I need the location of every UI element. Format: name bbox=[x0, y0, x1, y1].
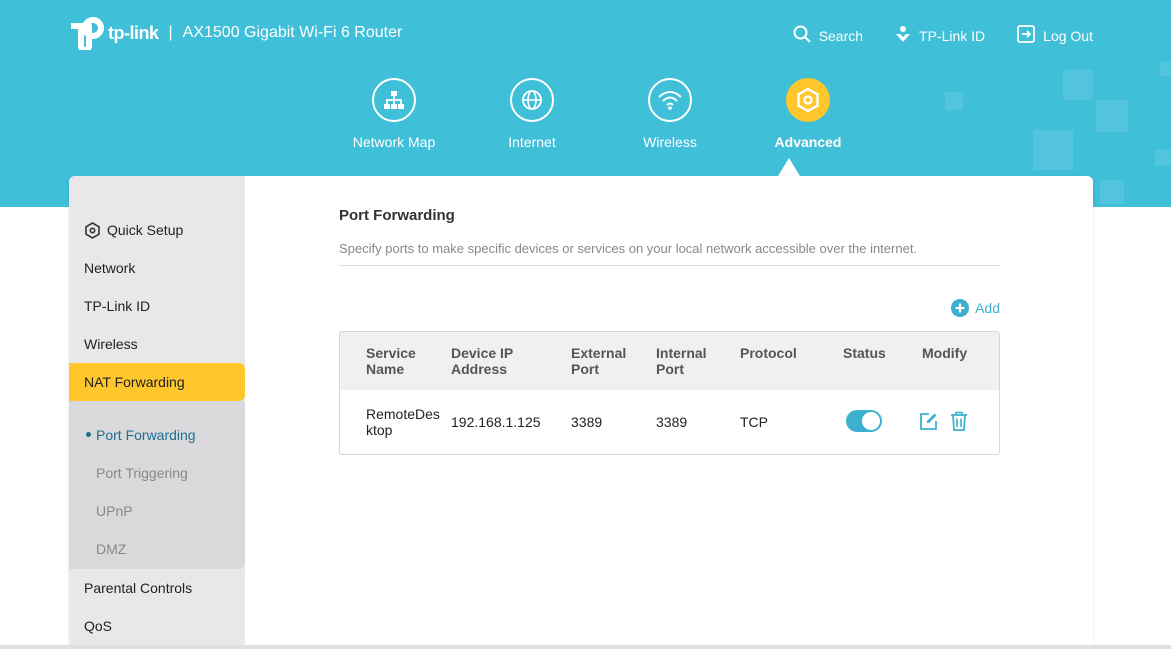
sidebar-subitem-port-triggering[interactable]: Port Triggering bbox=[69, 454, 245, 492]
logout-icon bbox=[1017, 25, 1036, 46]
sidebar-item-label: Quick Setup bbox=[107, 222, 184, 238]
header-line: Internal bbox=[656, 345, 707, 361]
decor-square bbox=[1096, 100, 1128, 132]
header-line: Name bbox=[366, 361, 405, 377]
sidebar: Quick Setup Network TP-Link ID Wireless … bbox=[69, 176, 245, 649]
globe-icon bbox=[510, 78, 554, 122]
add-button[interactable]: Add bbox=[951, 299, 1000, 317]
header-line: Service bbox=[366, 345, 416, 361]
header-line: Address bbox=[451, 361, 508, 377]
tplink-id-label: TP-Link ID bbox=[919, 27, 986, 44]
cell-internal-port: 3389 bbox=[656, 414, 688, 430]
page-description: Specify ports to make specific devices o… bbox=[339, 241, 1000, 266]
sidebar-item-wireless[interactable]: Wireless bbox=[69, 325, 245, 363]
nav-label: Advanced bbox=[774, 134, 842, 150]
wifi-icon bbox=[648, 78, 692, 122]
nav-network-map[interactable]: Network Map bbox=[325, 78, 463, 150]
cell-line: ktop bbox=[366, 422, 393, 438]
bottom-edge bbox=[0, 645, 1171, 649]
nav-wireless[interactable]: Wireless bbox=[601, 78, 739, 150]
header-line: Port bbox=[571, 361, 599, 377]
col-device-ip: Device IP Address bbox=[451, 345, 513, 377]
cell-device-ip: 192.168.1.125 bbox=[451, 414, 541, 430]
tplink-id-icon bbox=[895, 25, 911, 46]
router-model: AX1500 Gigabit Wi-Fi 6 Router bbox=[182, 24, 403, 41]
sidebar-subitem-dmz[interactable]: DMZ bbox=[69, 530, 245, 568]
header-line: External bbox=[571, 345, 627, 361]
col-modify: Modify bbox=[922, 345, 968, 361]
decor-square bbox=[1100, 180, 1124, 204]
nav-label: Wireless bbox=[643, 134, 697, 150]
header-line: Device IP bbox=[451, 345, 514, 361]
decor-square bbox=[945, 92, 963, 110]
nav-active-pointer bbox=[778, 158, 800, 176]
cell-service-name: RemoteDes ktop bbox=[366, 406, 440, 438]
sidebar-item-quick-setup[interactable]: Quick Setup bbox=[69, 211, 245, 249]
col-protocol: Protocol bbox=[740, 345, 797, 361]
sidebar-item-label: Wireless bbox=[84, 336, 138, 352]
sidebar-item-parental-controls[interactable]: Parental Controls bbox=[69, 569, 245, 607]
col-internal-port: Internal Port bbox=[656, 345, 707, 377]
sidebar-submenu: Port Forwarding Port Triggering UPnP DMZ bbox=[69, 401, 245, 569]
sidebar-item-label: TP-Link ID bbox=[84, 298, 151, 314]
sidebar-item-qos[interactable]: QoS bbox=[69, 607, 245, 645]
sidebar-item-label: NAT Forwarding bbox=[84, 374, 185, 390]
search-icon bbox=[793, 25, 811, 46]
network-map-icon bbox=[372, 78, 416, 122]
nav-label: Network Map bbox=[352, 134, 436, 150]
delete-icon[interactable] bbox=[950, 411, 968, 436]
sidebar-item-label: QoS bbox=[84, 618, 113, 634]
edit-icon[interactable] bbox=[919, 412, 938, 436]
table-header: Service Name Device IP Address External … bbox=[340, 332, 999, 390]
sidebar-subitem-label: UPnP bbox=[96, 503, 133, 519]
brand: tp-link | AX1500 Gigabit Wi-Fi 6 Router bbox=[68, 16, 402, 50]
cell-protocol: TCP bbox=[740, 414, 768, 430]
nav-label: Internet bbox=[508, 134, 556, 150]
header-line: Port bbox=[656, 361, 684, 377]
search-label: Search bbox=[818, 27, 864, 44]
status-toggle[interactable] bbox=[846, 410, 882, 432]
sidebar-subitem-label: Port Triggering bbox=[96, 465, 188, 481]
decor-square bbox=[1160, 62, 1171, 76]
brand-separator: | bbox=[168, 24, 173, 41]
page-title: Port Forwarding bbox=[339, 207, 455, 224]
logout-label: Log Out bbox=[1043, 27, 1093, 44]
active-dot bbox=[86, 432, 91, 437]
decor-square bbox=[1155, 150, 1171, 166]
sidebar-subitem-port-forwarding[interactable]: Port Forwarding bbox=[69, 416, 245, 454]
decor-square bbox=[1033, 130, 1073, 170]
top-actions: Search TP-Link ID Log Out bbox=[793, 25, 1093, 46]
main-card: Quick Setup Network TP-Link ID Wireless … bbox=[69, 176, 1093, 649]
sidebar-item-network[interactable]: Network bbox=[69, 249, 245, 287]
logout-button[interactable]: Log Out bbox=[1017, 25, 1093, 46]
logo-text: tp-link bbox=[108, 22, 159, 43]
port-forwarding-table: Service Name Device IP Address External … bbox=[339, 331, 1000, 455]
tplink-logo: tp-link bbox=[68, 16, 159, 50]
sidebar-item-label: Network bbox=[84, 260, 136, 276]
sidebar-subitem-label: Port Forwarding bbox=[96, 427, 196, 443]
nav-advanced[interactable]: Advanced bbox=[739, 78, 877, 150]
add-label: Add bbox=[975, 300, 1000, 316]
nav-internet[interactable]: Internet bbox=[463, 78, 601, 150]
gear-icon bbox=[786, 78, 830, 122]
col-service-name: Service Name bbox=[366, 345, 416, 377]
sidebar-item-tplink-id[interactable]: TP-Link ID bbox=[69, 287, 245, 325]
cell-line: RemoteDes bbox=[366, 406, 440, 422]
cell-external-port: 3389 bbox=[571, 414, 603, 430]
plus-circle-icon bbox=[951, 299, 970, 317]
col-external-port: External Port bbox=[571, 345, 626, 377]
toggle-knob bbox=[862, 412, 880, 430]
decor-square bbox=[1063, 70, 1093, 100]
quick-setup-icon bbox=[84, 221, 101, 239]
sidebar-item-label: Parental Controls bbox=[84, 580, 193, 596]
tplink-id-button[interactable]: TP-Link ID bbox=[895, 25, 985, 46]
sidebar-subitem-upnp[interactable]: UPnP bbox=[69, 492, 245, 530]
sidebar-subitem-label: DMZ bbox=[96, 541, 127, 557]
main-nav: Network Map Internet Wireless Advanced bbox=[325, 78, 877, 150]
search-button[interactable]: Search bbox=[793, 25, 863, 46]
col-status: Status bbox=[843, 345, 886, 361]
sidebar-item-nat-forwarding[interactable]: NAT Forwarding bbox=[69, 363, 245, 401]
